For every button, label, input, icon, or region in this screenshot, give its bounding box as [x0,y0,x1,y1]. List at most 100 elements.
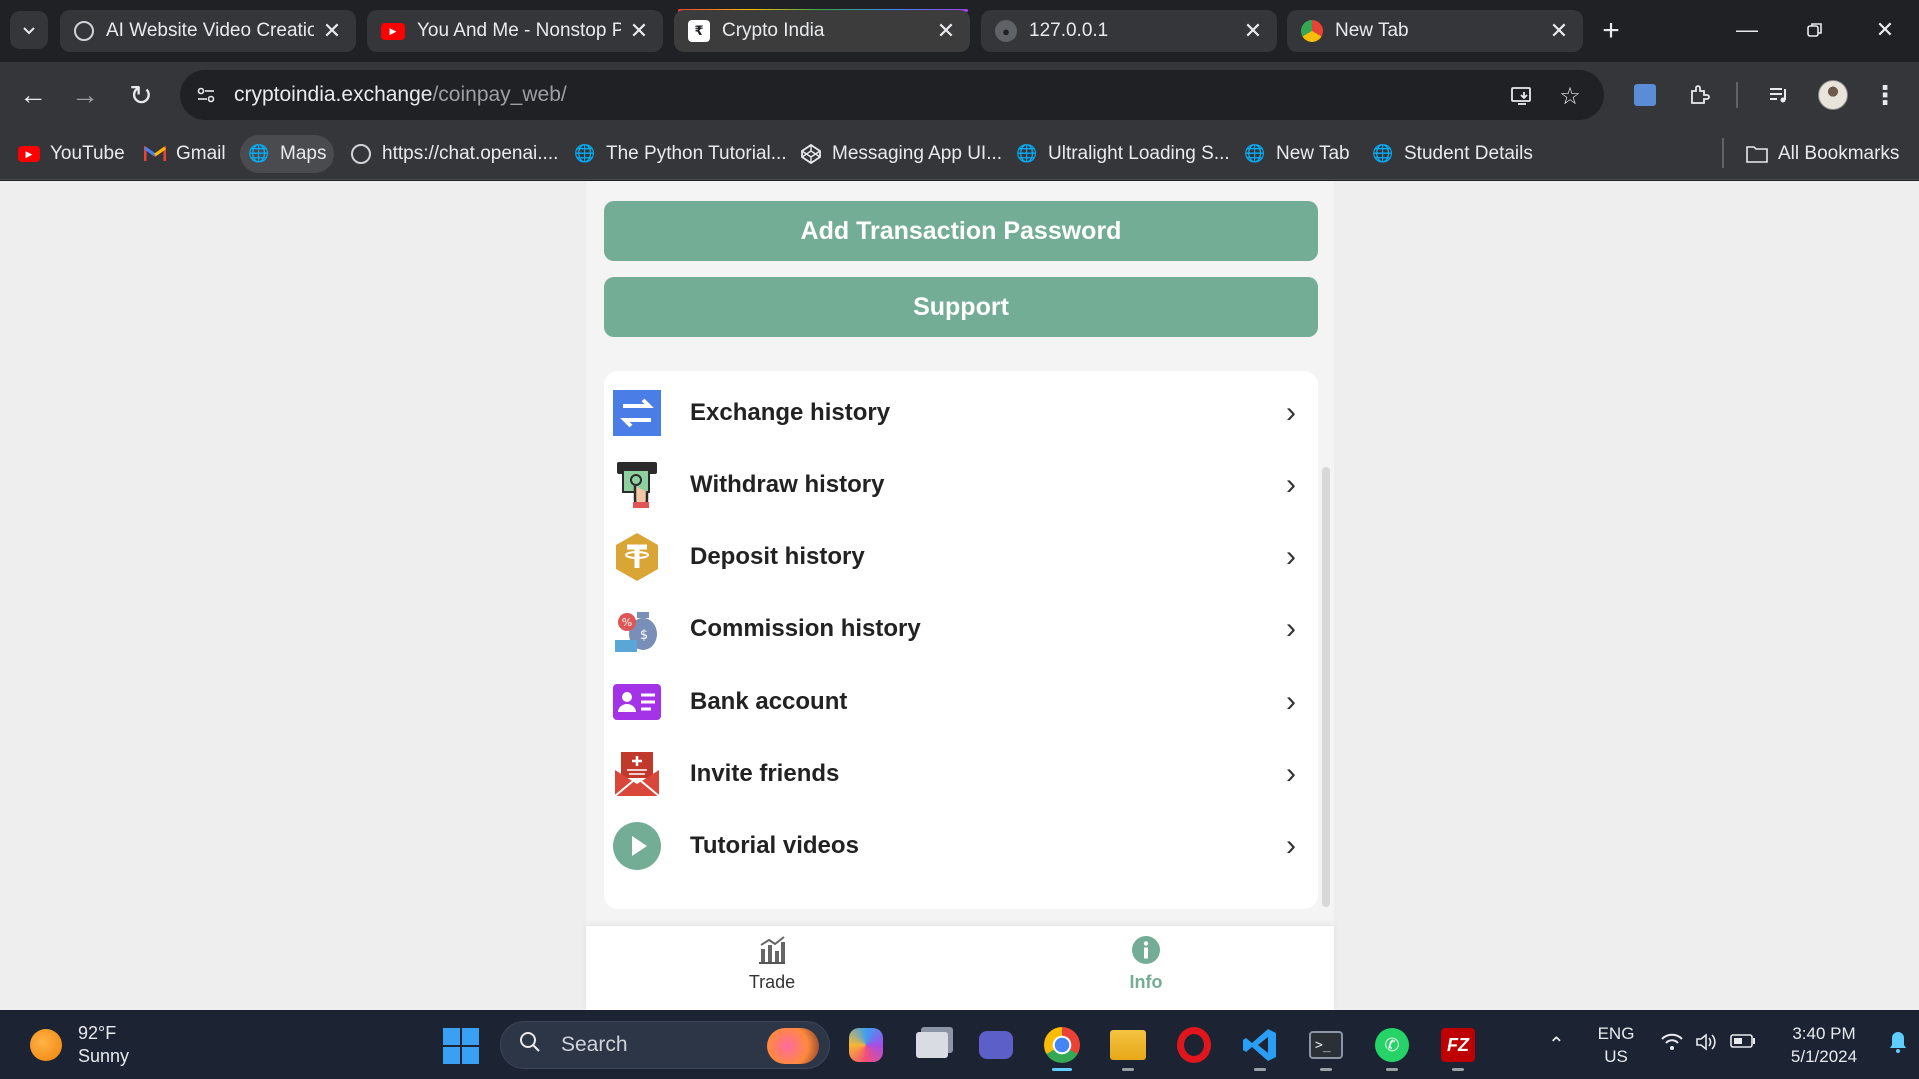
show-hidden-icons-button[interactable]: ⌃ [1548,1032,1565,1057]
taskbar-whatsapp[interactable]: ✆ [1368,1021,1416,1071]
taskbar-terminal[interactable]: >_ [1302,1021,1350,1071]
media-control-button[interactable] [1758,74,1800,116]
add-transaction-password-button[interactable]: Add Transaction Password [604,201,1318,261]
taskbar-meet[interactable] [972,1021,1020,1069]
taskbar-task-view[interactable] [908,1021,956,1069]
chrome-icon [1044,1027,1080,1063]
back-button[interactable]: ← [12,74,54,116]
nav-label: Trade [748,972,796,992]
bookmark-chatgpt[interactable]: https://chat.openai.... [342,135,566,173]
volume-icon[interactable] [1694,1032,1718,1058]
taskbar-search[interactable]: Search [500,1021,830,1069]
chatgpt-icon [350,143,372,165]
chrome-menu-button[interactable]: ⋮ [1864,74,1906,116]
bookmark-label: https://chat.openai.... [382,143,559,164]
scrollbar[interactable] [1322,467,1330,907]
profile-button[interactable] [1812,74,1854,116]
taskbar-opera[interactable] [1170,1021,1218,1069]
id-card-icon [612,677,662,727]
menu-item-exchange-history[interactable]: Exchange history › [604,381,1318,445]
new-tab-button[interactable]: + [1592,12,1630,50]
close-window-button[interactable]: ✕ [1858,10,1912,50]
bookmark-gmail[interactable]: Gmail [136,135,234,173]
bookmark-label: Ultralight Loading S... [1048,143,1230,164]
tab-ai-website[interactable]: AI Website Video Creatio ✕ [60,10,356,52]
tab-new-tab[interactable]: New Tab ✕ [1287,10,1583,52]
weather-widget[interactable]: 92°F Sunny [30,1022,129,1068]
battery-icon[interactable] [1730,1032,1756,1055]
install-app-button[interactable] [1502,76,1542,116]
globe-icon: ● [995,20,1017,42]
tab-search-button[interactable] [10,11,48,49]
url-text[interactable]: cryptoindia.exchange/coinpay_web/ [234,83,567,107]
all-bookmarks-button[interactable]: All Bookmarks [1738,135,1907,173]
close-icon[interactable]: ✕ [1243,18,1263,44]
start-button[interactable] [443,1028,479,1064]
close-icon[interactable]: ✕ [629,18,649,44]
info-icon [1130,934,1162,966]
clock[interactable]: 3:40 PM 5/1/2024 [1774,1022,1874,1068]
support-button[interactable]: Support [604,277,1318,337]
taskbar-vscode[interactable] [1236,1021,1284,1071]
taskbar-filezilla[interactable]: FZ [1434,1021,1482,1071]
bookmark-label: Maps [280,143,327,164]
rupee-icon: ₹ [688,20,710,42]
chevron-right-icon: › [1286,612,1296,645]
extensions-button[interactable] [1678,74,1720,116]
bookmarks-divider [1722,138,1724,168]
nav-info[interactable]: Info [1086,934,1206,1004]
restore-button[interactable] [1788,10,1842,50]
bookmark-messaging-app[interactable]: Messaging App UI... [792,135,1010,173]
tab-localhost[interactable]: ● 127.0.0.1 ✕ [981,10,1277,52]
tab-crypto-india[interactable]: ₹ Crypto India ✕ [674,10,970,52]
video-chat-icon [979,1031,1013,1059]
menu-item-invite-friends[interactable]: Invite friends › [604,742,1318,806]
site-settings-icon[interactable] [184,73,228,117]
exchange-arrows-icon [612,388,662,438]
wifi-icon[interactable] [1660,1032,1684,1058]
close-icon[interactable]: ✕ [936,18,956,44]
taskbar-file-explorer[interactable] [1104,1021,1152,1071]
bookmark-label: Messaging App UI... [832,143,1003,164]
play-circle-icon [612,821,662,871]
browser-toolbar: ← → ↻ cryptoindia.exchange/coinpay_web/ … [0,62,1919,128]
taskbar-copilot[interactable] [842,1021,890,1069]
weather-temp: 92°F [78,1023,117,1043]
bookmark-ultralight-loading[interactable]: 🌐 Ultralight Loading S... [1008,135,1238,173]
bookmark-label: YouTube [50,143,125,164]
reload-button[interactable]: ↻ [120,74,162,116]
nav-trade[interactable]: Trade [712,934,832,1004]
close-icon[interactable]: ✕ [322,18,342,44]
chevron-right-icon: › [1286,829,1296,862]
language-indicator[interactable]: ENG US [1594,1022,1638,1068]
menu-item-bank-account[interactable]: Bank account › [604,670,1318,734]
globe-icon: 🌐 [1244,144,1266,163]
forward-button[interactable]: → [64,74,106,116]
notifications-button[interactable] [1888,1030,1908,1060]
gmail-icon [144,143,166,165]
running-indicator [1122,1068,1134,1071]
bookmark-star-button[interactable]: ☆ [1550,76,1590,116]
bookmark-new-tab[interactable]: 🌐 New Tab [1236,135,1358,173]
address-bar[interactable]: cryptoindia.exchange/coinpay_web/ ☆ [180,70,1604,120]
chevron-down-icon [23,27,35,35]
svg-text:%: % [622,616,632,629]
bookmark-python-tutorial[interactable]: 🌐 The Python Tutorial... [566,135,795,173]
menu-item-commission-history[interactable]: % $ Commission history › [604,597,1318,661]
close-icon: ✕ [1875,17,1895,42]
taskbar-chrome[interactable] [1038,1021,1086,1071]
extension-translate-button[interactable] [1624,74,1666,116]
menu-item-label: Withdraw history [690,471,885,498]
bookmark-student-details[interactable]: 🌐 Student Details [1364,135,1541,173]
bookmark-youtube[interactable]: ▶ YouTube [10,135,133,173]
menu-item-label: Commission history [690,615,921,642]
close-icon[interactable]: ✕ [1549,18,1569,44]
menu-item-label: Deposit history [690,543,865,570]
minimize-button[interactable]: — [1720,10,1774,50]
menu-item-tutorial-videos[interactable]: Tutorial videos › [604,814,1318,878]
menu-item-deposit-history[interactable]: Deposit history › [604,525,1318,589]
tab-youtube[interactable]: ▶ You And Me - Nonstop P ✕ [367,10,663,52]
menu-item-withdraw-history[interactable]: Withdraw history › [604,453,1318,517]
bookmark-maps[interactable]: 🌐 Maps [240,135,335,173]
whatsapp-icon: ✆ [1375,1028,1409,1062]
